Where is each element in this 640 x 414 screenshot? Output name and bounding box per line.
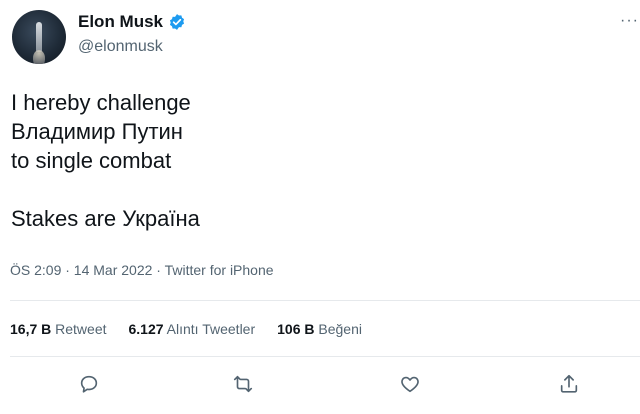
share-icon (560, 374, 578, 393)
rocket-icon (36, 22, 42, 52)
avatar[interactable] (12, 10, 66, 64)
retweets-count: 16,7 B (10, 321, 52, 337)
retweets-stat[interactable]: 16,7 B Retweet (10, 321, 107, 337)
divider (10, 356, 640, 357)
like-icon (401, 376, 419, 393)
quotes-stat[interactable]: 6.127 Alıntı Tweetler (129, 321, 256, 337)
likes-label: Beğeni (318, 321, 362, 337)
author-handle[interactable]: @elonmusk (78, 38, 163, 56)
rocket-plume-icon (33, 50, 45, 64)
tweet-text: I hereby challenge Владимир Путин to sin… (11, 90, 200, 231)
author-name-row: Elon Musk (78, 12, 186, 32)
tweet-actions-bar (0, 370, 640, 404)
reply-icon (80, 375, 98, 393)
divider (10, 300, 640, 301)
tweet-timestamp[interactable]: ÖS 2:09 · 14 Mar 2022 · Twitter for iPho… (10, 262, 274, 278)
retweet-icon (233, 375, 253, 393)
tweet-card: Elon Musk @elonmusk ··· I hereby challen… (0, 0, 640, 414)
like-button[interactable] (396, 370, 424, 398)
more-options-icon[interactable]: ··· (620, 13, 640, 29)
author-display-name[interactable]: Elon Musk (78, 12, 163, 32)
quotes-label: Alıntı Tweetler (166, 321, 256, 337)
reply-button[interactable] (75, 370, 103, 398)
share-button[interactable] (555, 370, 583, 398)
retweet-button[interactable] (229, 370, 257, 398)
likes-stat[interactable]: 106 B Beğeni (277, 321, 362, 337)
likes-count: 106 B (277, 321, 315, 337)
retweets-label: Retweet (55, 321, 107, 337)
verified-badge-icon (168, 13, 186, 31)
quotes-count: 6.127 (128, 321, 164, 337)
tweet-stats: 16,7 B Retweet 6.127 Alıntı Tweetler 106… (10, 321, 362, 337)
